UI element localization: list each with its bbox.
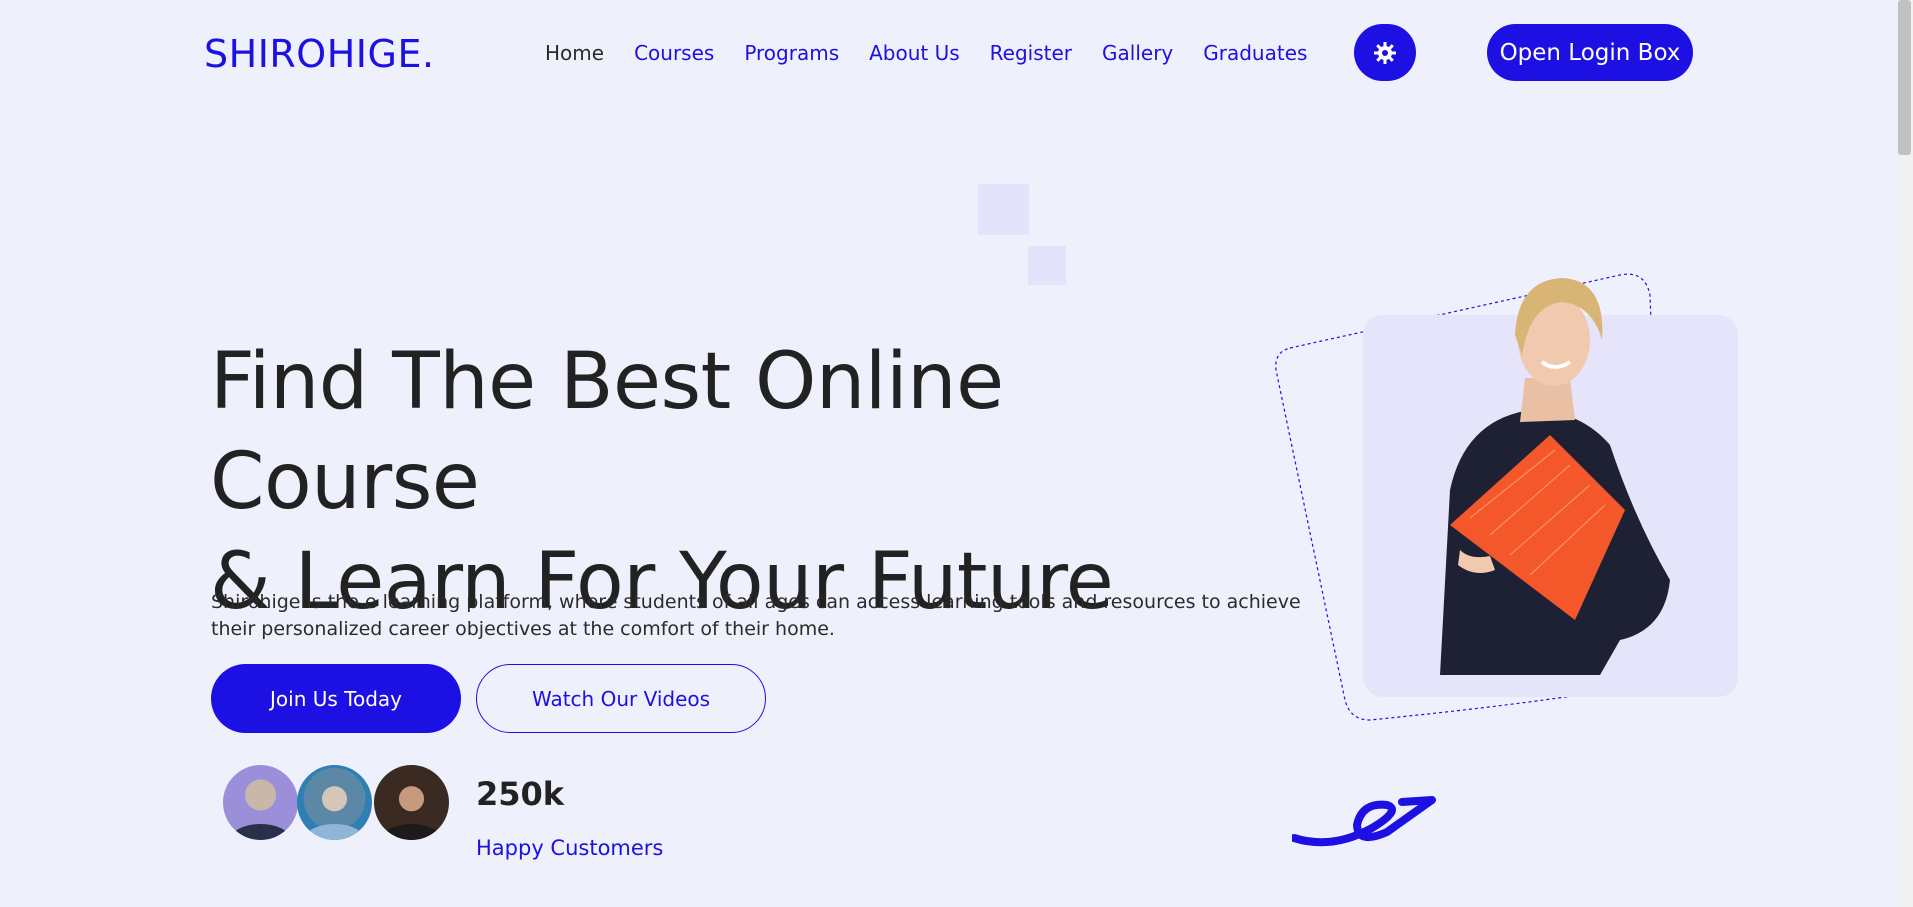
customer-count: 250k [476, 775, 565, 813]
hero-image [1270, 260, 1750, 730]
nav-gallery[interactable]: Gallery [1102, 41, 1173, 65]
nav-register[interactable]: Register [990, 41, 1072, 65]
decorative-square [1028, 246, 1066, 285]
main-nav: Home Courses Programs About Us Register … [545, 41, 1337, 65]
nav-programs[interactable]: Programs [744, 41, 839, 65]
nav-about-us[interactable]: About Us [869, 41, 960, 65]
site-logo[interactable]: SHIROHIGE. [204, 32, 435, 76]
join-us-button[interactable]: Join Us Today [211, 664, 461, 733]
nav-graduates[interactable]: Graduates [1203, 41, 1307, 65]
customer-avatar [374, 765, 449, 840]
nav-home[interactable]: Home [545, 41, 604, 65]
open-login-button[interactable]: Open Login Box [1487, 24, 1693, 81]
customer-count-label: Happy Customers [476, 836, 664, 860]
arrow-swirl-icon [1292, 796, 1436, 847]
headline-line-1: Find The Best Online Course [210, 337, 1004, 527]
scrollbar[interactable] [1896, 0, 1913, 907]
gear-icon [1374, 41, 1396, 64]
hero-description: Shirohige is the e learning platform, wh… [211, 591, 1301, 640]
decorative-square [978, 184, 1029, 235]
theme-toggle-button[interactable] [1354, 24, 1416, 81]
customer-avatar [297, 765, 372, 840]
customer-avatar [223, 765, 298, 840]
nav-courses[interactable]: Courses [634, 41, 714, 65]
watch-videos-button[interactable]: Watch Our Videos [476, 664, 766, 733]
hero-headline: Find The Best Online Course & Learn For … [210, 332, 1290, 632]
scrollbar-thumb[interactable] [1898, 0, 1911, 155]
